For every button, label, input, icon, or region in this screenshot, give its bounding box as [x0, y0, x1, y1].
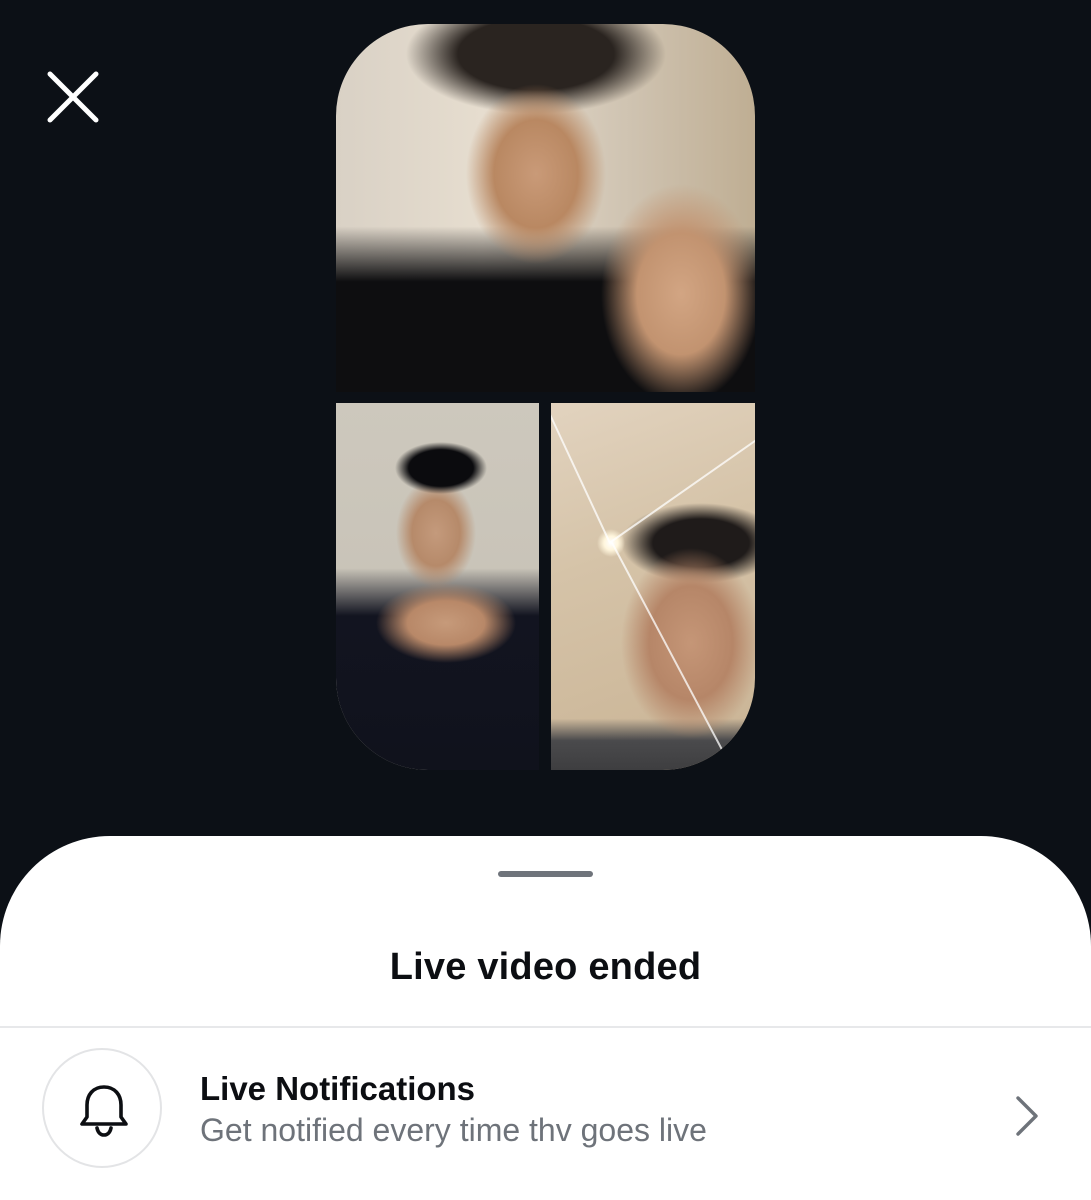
light-flare: [551, 403, 611, 544]
host-video-tile: [336, 24, 755, 392]
live-notifications-row[interactable]: Live Notifications Get notified every ti…: [0, 1028, 1091, 1200]
sheet-title: Live video ended: [389, 946, 702, 988]
guest-video-tile-left: [336, 403, 539, 770]
light-flare: [609, 409, 755, 543]
guest-video-tile-right: [551, 403, 755, 770]
chevron-right-icon: [1010, 1094, 1042, 1138]
live-ended-screen: Live video ended Live Notifications Get …: [0, 0, 1091, 1200]
notifications-subtitle: Get notified every time thv goes live: [200, 1112, 707, 1148]
bell-icon-container: [42, 1048, 162, 1168]
notifications-title: Live Notifications: [200, 1070, 476, 1107]
live-video-collage: [336, 24, 755, 770]
close-button[interactable]: [44, 68, 102, 126]
bottom-sheet: Live video ended Live Notifications Get …: [0, 836, 1091, 1200]
close-icon: [47, 71, 99, 123]
sheet-grabber[interactable]: [498, 871, 593, 877]
light-flare: [611, 542, 735, 770]
bell-icon: [80, 1085, 128, 1137]
